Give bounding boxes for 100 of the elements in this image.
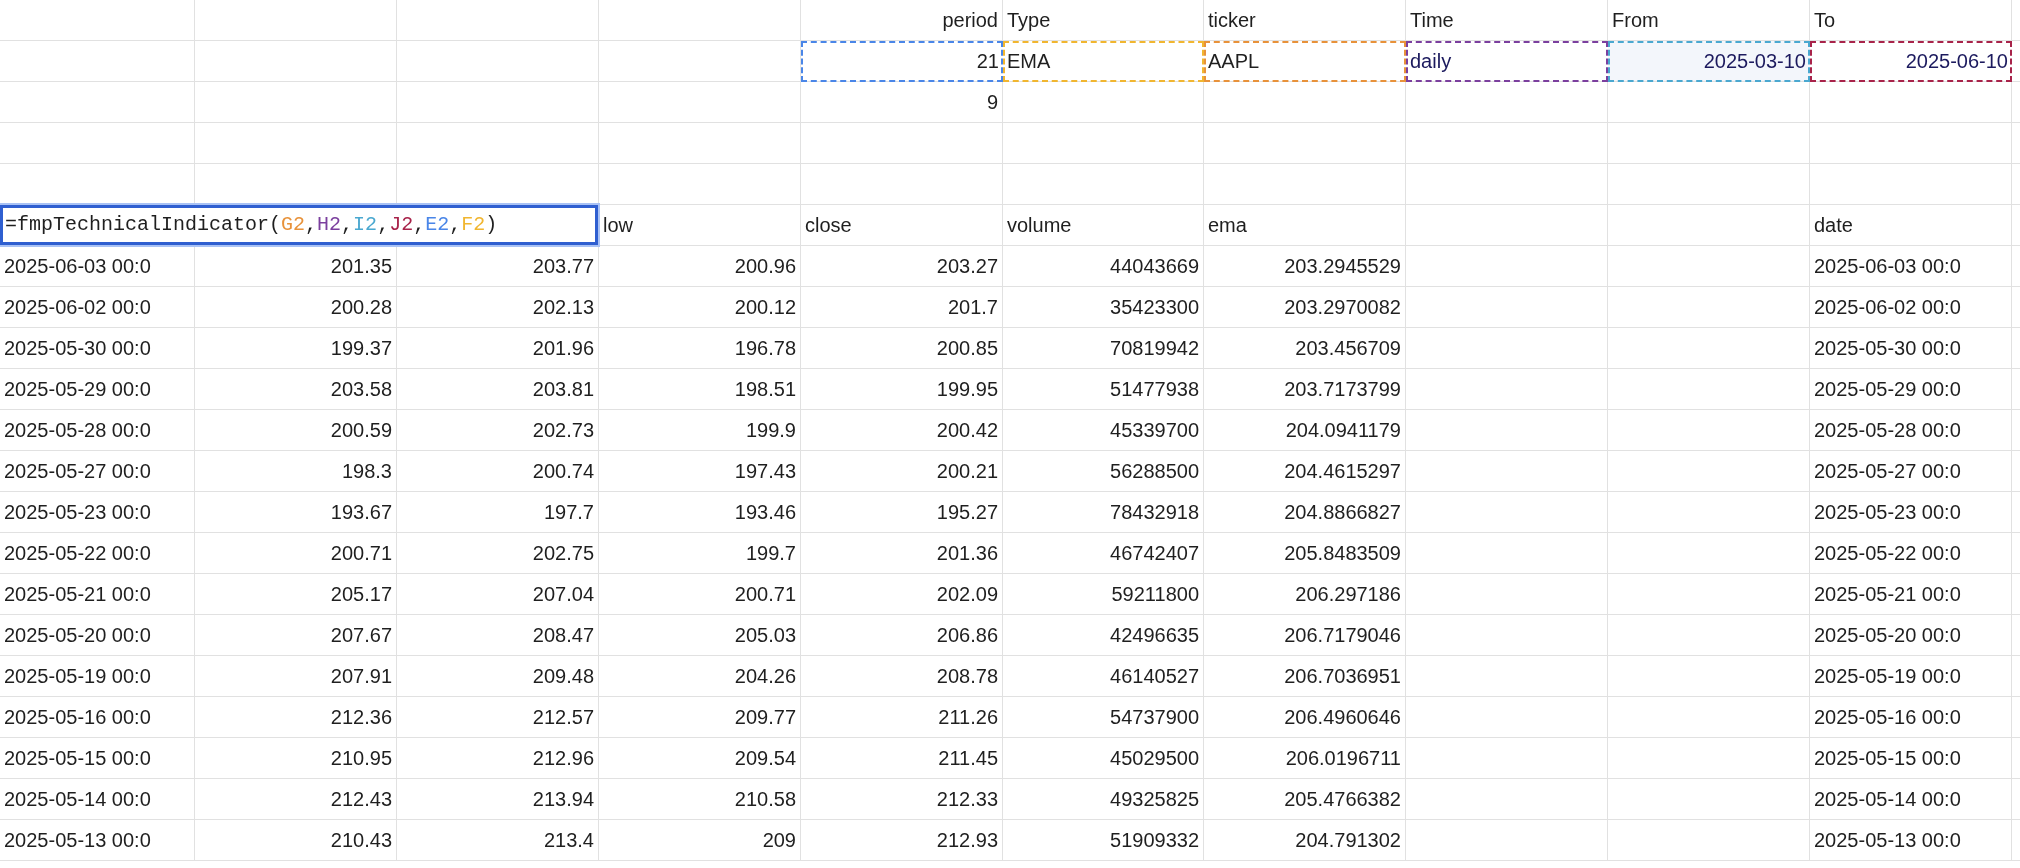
date-cell-text: 2025-05-20 00:0 bbox=[4, 623, 151, 648]
number-cell-text: 54737900 bbox=[1110, 705, 1199, 730]
column-header: close bbox=[805, 213, 852, 238]
date-cell-text: 2025-05-22 00:0 bbox=[1814, 541, 1961, 566]
header-label: period bbox=[942, 8, 998, 33]
number-cell-text: 200.42 bbox=[936, 418, 998, 443]
number-cell-text: 199.7 bbox=[745, 541, 796, 566]
number-cell-text: 56288500 bbox=[1110, 459, 1199, 484]
parameter-cell[interactable]: EMA bbox=[1003, 41, 1204, 82]
date-cell-text: 2025-05-23 00:0 bbox=[1814, 500, 1961, 525]
parameter-cell[interactable]: AAPL bbox=[1204, 41, 1406, 82]
date-cell-text: 2025-06-03 00:0 bbox=[4, 254, 151, 279]
number-cell-text: 213.4 bbox=[543, 828, 594, 853]
number-cell-text: 200.59 bbox=[330, 418, 392, 443]
number-cell-text: 49325825 bbox=[1110, 787, 1199, 812]
number-cell-text: 212.43 bbox=[330, 787, 392, 812]
date-cell-text: 2025-05-14 00:0 bbox=[4, 787, 151, 812]
date-cell-text: 2025-05-30 00:0 bbox=[1814, 336, 1961, 361]
column-header: low bbox=[603, 213, 633, 238]
number-cell-text: 195.27 bbox=[936, 500, 998, 525]
number-cell-text: 204.8866827 bbox=[1284, 500, 1401, 525]
number-cell-text: 203.77 bbox=[532, 254, 594, 279]
parameter-cell[interactable]: 21 bbox=[801, 41, 1003, 82]
number-cell-text: 211.45 bbox=[938, 746, 998, 771]
date-cell-text: 2025-05-21 00:0 bbox=[1814, 582, 1961, 607]
number-cell-text: 209.48 bbox=[532, 664, 594, 689]
number-cell-text: 46742407 bbox=[1110, 541, 1199, 566]
number-cell-text: 205.03 bbox=[734, 623, 796, 648]
header-label: From bbox=[1612, 8, 1659, 33]
number-cell-text: 200.71 bbox=[330, 541, 392, 566]
date-cell-text: 2025-05-20 00:0 bbox=[1814, 623, 1961, 648]
header-label: ticker bbox=[1208, 8, 1256, 33]
date-cell-text: 2025-05-28 00:0 bbox=[1814, 418, 1961, 443]
number-cell-text: 203.58 bbox=[330, 377, 392, 402]
number-cell-text: 200.85 bbox=[936, 336, 998, 361]
number-cell-text: 200.71 bbox=[734, 582, 796, 607]
number-cell-text: 206.0196711 bbox=[1285, 746, 1401, 771]
number-cell-text: 210.58 bbox=[734, 787, 796, 812]
parameter-cell[interactable]: daily bbox=[1406, 41, 1608, 82]
parameter-cell[interactable]: 2025-03-10 bbox=[1608, 41, 1810, 82]
date-cell-text: 2025-06-03 00:0 bbox=[1814, 254, 1961, 279]
number-cell-text: 206.7036951 bbox=[1284, 664, 1401, 689]
date-cell-text: 2025-06-02 00:0 bbox=[1814, 295, 1961, 320]
number-cell-text: 201.96 bbox=[532, 336, 594, 361]
number-cell-text: 204.26 bbox=[734, 664, 796, 689]
date-cell-text: 2025-05-21 00:0 bbox=[4, 582, 151, 607]
number-cell-text: 196.78 bbox=[734, 336, 796, 361]
number-cell-text: 206.7179046 bbox=[1284, 623, 1401, 648]
date-cell-text: 2025-05-16 00:0 bbox=[1814, 705, 1961, 730]
number-cell-text: 204.791302 bbox=[1295, 828, 1401, 853]
number-cell-text: 199.9 bbox=[745, 418, 796, 443]
number-cell-text: 46140527 bbox=[1110, 664, 1199, 689]
number-cell-text: 212.93 bbox=[936, 828, 998, 853]
number-cell-text: 204.0941179 bbox=[1285, 418, 1401, 443]
number-cell-text: 70819942 bbox=[1110, 336, 1199, 361]
date-cell-text: 2025-05-19 00:0 bbox=[1814, 664, 1961, 689]
date-cell-text: 2025-05-15 00:0 bbox=[1814, 746, 1961, 771]
number-cell-text: 198.51 bbox=[734, 377, 796, 402]
number-cell-text: 59211800 bbox=[1111, 582, 1199, 607]
number-cell-text: 200.28 bbox=[330, 295, 392, 320]
number-cell-text: 202.73 bbox=[532, 418, 594, 443]
parameter-cell[interactable]: 2025-06-10 bbox=[1810, 41, 2012, 82]
number-cell-text: 51909332 bbox=[1110, 828, 1199, 853]
number-cell-text: 212.36 bbox=[330, 705, 392, 730]
number-cell-text: 51477938 bbox=[1110, 377, 1199, 402]
date-cell-text: 2025-05-30 00:0 bbox=[4, 336, 151, 361]
number-cell-text: 197.7 bbox=[543, 500, 594, 525]
number-cell-text: 205.4766382 bbox=[1284, 787, 1401, 812]
number-cell-text: 205.8483509 bbox=[1284, 541, 1401, 566]
formula-input[interactable]: =fmpTechnicalIndicator(G2,H2,I2,J2,E2,F2) bbox=[0, 205, 598, 245]
number-cell-text: 200.21 bbox=[936, 459, 998, 484]
number-cell-text: 42496635 bbox=[1110, 623, 1199, 648]
date-cell-text: 2025-05-29 00:0 bbox=[4, 377, 151, 402]
number-cell-text: 209 bbox=[762, 828, 796, 853]
number-cell-text: 203.27 bbox=[936, 254, 998, 279]
number-cell-text: 201.7 bbox=[947, 295, 998, 320]
number-cell-text: 205.17 bbox=[330, 582, 392, 607]
number-cell-text: 207.04 bbox=[532, 582, 594, 607]
date-cell-text: 2025-05-27 00:0 bbox=[1814, 459, 1961, 484]
number-cell-text: 206.4960646 bbox=[1284, 705, 1401, 730]
number-cell-text: 35423300 bbox=[1110, 295, 1199, 320]
number-cell-text: 200.74 bbox=[532, 459, 594, 484]
date-cell-text: 2025-05-27 00:0 bbox=[4, 459, 151, 484]
date-cell-text: 2025-05-23 00:0 bbox=[4, 500, 151, 525]
number-cell-text: 203.81 bbox=[532, 377, 594, 402]
number-cell-text: 206.86 bbox=[936, 623, 998, 648]
number-cell-text: 203.7173799 bbox=[1284, 377, 1401, 402]
number-cell-text: 209.54 bbox=[734, 746, 796, 771]
date-cell-text: 2025-05-14 00:0 bbox=[1814, 787, 1961, 812]
number-cell-text: 207.67 bbox=[330, 623, 392, 648]
date-cell-text: 2025-05-16 00:0 bbox=[4, 705, 151, 730]
number-cell-text: 208.47 bbox=[532, 623, 594, 648]
number-cell-text: 202.13 bbox=[532, 295, 594, 320]
number-cell-text: 211.26 bbox=[938, 705, 998, 730]
date-cell-text: 2025-05-22 00:0 bbox=[4, 541, 151, 566]
column-header: ema bbox=[1208, 213, 1247, 238]
number-cell-text: 213.94 bbox=[532, 787, 594, 812]
number-cell-text: 199.95 bbox=[936, 377, 998, 402]
number-cell-text: 203.2945529 bbox=[1284, 254, 1401, 279]
number-cell-text: 198.3 bbox=[341, 459, 392, 484]
